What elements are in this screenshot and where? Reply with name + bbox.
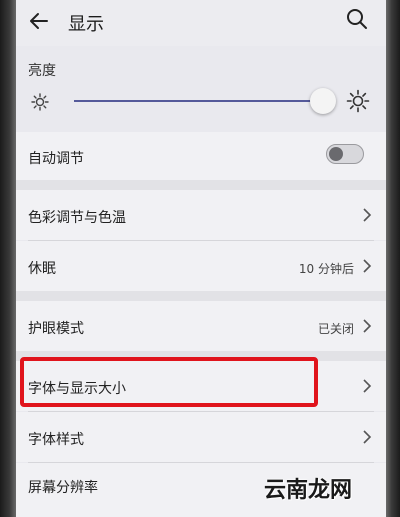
- resolution-label: 屏幕分辨率: [28, 480, 98, 496]
- sleep-label: 休眠: [28, 261, 56, 277]
- eye-comfort-label: 护眼模式: [28, 321, 84, 337]
- color-temp-row[interactable]: 色彩调节与色温: [16, 190, 386, 240]
- page-title: 显示: [68, 14, 104, 35]
- chevron-right-icon: [363, 259, 372, 273]
- toggle-knob: [329, 147, 343, 161]
- sleep-value: 10 分钟后: [298, 262, 354, 276]
- brightness-slider-thumb[interactable]: [310, 88, 336, 114]
- section-separator: [16, 180, 386, 190]
- display-settings-screen: 显示 亮度 自动调节 色彩调节与色温 休眠 10 分钟后 护眼模式 已关闭 字体…: [16, 0, 386, 517]
- font-style-label: 字体样式: [28, 432, 84, 448]
- chevron-right-icon: [363, 319, 372, 333]
- chevron-right-icon: [363, 430, 372, 444]
- arrow-left-icon[interactable]: [26, 8, 52, 34]
- auto-adjust-label: 自动调节: [28, 151, 84, 167]
- sleep-row[interactable]: 休眠 10 分钟后: [16, 241, 386, 291]
- section-separator: [16, 351, 386, 361]
- font-display-size-label: 字体与显示大小: [28, 381, 126, 397]
- section-separator: [16, 291, 386, 301]
- sun-small-icon: [31, 93, 49, 111]
- app-bar: 显示: [16, 0, 386, 46]
- font-style-row[interactable]: 字体样式: [16, 412, 386, 462]
- phone-bezel-left: [0, 0, 16, 517]
- auto-adjust-toggle[interactable]: [326, 144, 364, 164]
- chevron-right-icon: [363, 379, 372, 393]
- search-icon[interactable]: [344, 6, 370, 32]
- eye-comfort-value: 已关闭: [317, 322, 354, 336]
- phone-bezel-right: [386, 0, 400, 517]
- sun-large-icon: [346, 89, 370, 113]
- chevron-right-icon: [363, 208, 372, 222]
- brightness-slider-track[interactable]: [74, 100, 322, 102]
- brightness-label: 亮度: [28, 63, 56, 79]
- watermark-logo: 云南龙网: [264, 478, 353, 503]
- eye-comfort-row[interactable]: 护眼模式 已关闭: [16, 301, 386, 351]
- color-temp-label: 色彩调节与色温: [28, 210, 126, 226]
- font-display-size-row[interactable]: 字体与显示大小: [16, 361, 386, 411]
